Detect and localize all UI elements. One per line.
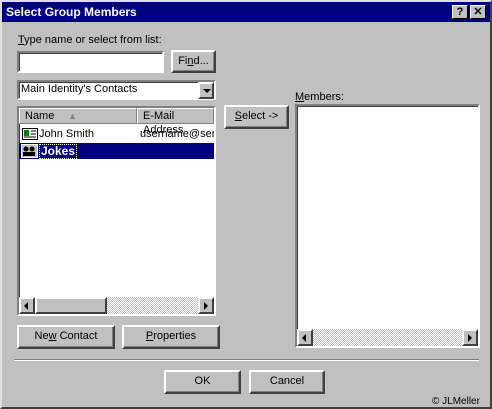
scroll-left-button[interactable] <box>19 297 35 314</box>
ok-button[interactable]: OK <box>164 370 241 394</box>
watermark: © JLMeller <box>432 396 480 407</box>
sort-ascending-icon: ▲ <box>68 111 77 121</box>
scrollbar-track[interactable] <box>107 297 198 314</box>
group-icon <box>21 144 38 158</box>
cancel-button[interactable]: Cancel <box>249 370 325 394</box>
scrollbar-track[interactable] <box>313 329 462 346</box>
members-horizontal-scrollbar[interactable] <box>297 329 478 346</box>
contact-card-icon <box>22 128 38 140</box>
search-input[interactable] <box>17 51 164 73</box>
members-label: Members: <box>295 91 344 103</box>
contact-email: username@serv <box>140 128 214 140</box>
divider <box>14 359 479 361</box>
arrow-right-icon <box>468 334 472 342</box>
new-contact-button[interactable]: New Contact <box>17 325 115 349</box>
arrow-right-icon <box>204 302 208 310</box>
contact-name: Jokes <box>39 144 78 159</box>
contact-source-dropdown[interactable]: Main Identity's Contacts <box>17 80 216 100</box>
contact-name: John Smith <box>39 128 95 140</box>
list-item[interactable]: Jokes <box>19 143 214 159</box>
list-item[interactable]: John Smith username@serv <box>19 126 214 142</box>
scroll-right-button[interactable] <box>462 329 478 346</box>
scroll-left-button[interactable] <box>297 329 313 346</box>
dropdown-arrow-button[interactable] <box>198 82 214 99</box>
contacts-horizontal-scrollbar[interactable] <box>19 297 214 314</box>
window-title: Select Group Members <box>6 5 137 19</box>
title-bar[interactable]: Select Group Members ? ✕ <box>2 2 490 22</box>
chevron-down-icon <box>203 89 211 93</box>
contacts-list[interactable]: Name ▲ E-Mail Address John Smith usernam… <box>17 106 216 316</box>
scrollbar-thumb[interactable] <box>35 297 107 314</box>
help-button[interactable]: ? <box>452 5 468 19</box>
arrow-left-icon <box>24 302 28 310</box>
close-button[interactable]: ✕ <box>470 5 486 19</box>
properties-button[interactable]: Properties <box>122 325 220 349</box>
search-label: Type name or select from list: <box>18 34 162 46</box>
members-list[interactable] <box>295 104 480 348</box>
contact-source-value: Main Identity's Contacts <box>21 83 138 95</box>
column-header-email[interactable]: E-Mail Address <box>137 108 214 136</box>
column-header-name[interactable]: Name ▲ <box>19 108 137 124</box>
arrow-left-icon <box>302 334 306 342</box>
select-button[interactable]: Select -> <box>224 105 289 129</box>
scroll-right-button[interactable] <box>198 297 214 314</box>
find-button[interactable]: Find... <box>171 50 216 73</box>
